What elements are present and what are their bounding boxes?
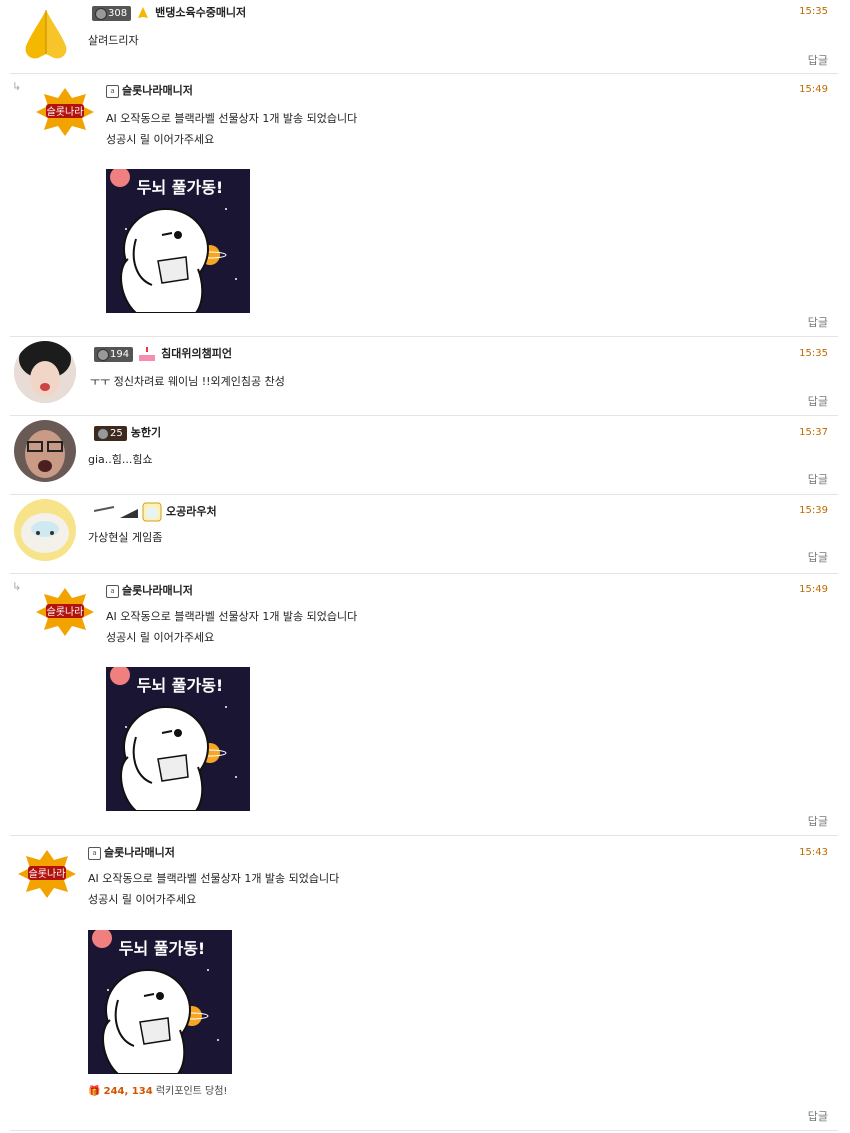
comment-text: AI 오작동으로 블랙라벨 선물상자 1개 발송 되었습니다 (88, 872, 340, 885)
comment-nickname[interactable]: a 슬롯나라매니저 (88, 844, 175, 860)
nickname-text: 슬롯나라매니저 (122, 584, 193, 597)
sticker-image: 두뇌 풀가동! (88, 930, 232, 1074)
manager-icon: a (88, 846, 101, 860)
points-value: 244, 134 (103, 1086, 153, 1097)
ghost-icon (142, 502, 162, 522)
sticker-image: 두뇌 풀가동! (106, 667, 250, 811)
sticker-caption: 두뇌 풀가동! (137, 676, 223, 695)
manager-icon: a (106, 84, 119, 98)
avatar: 슬롯나라 (34, 586, 96, 638)
comment-nickname[interactable]: a 슬롯나라매니저 (106, 582, 193, 598)
comment-time: 15:43 (799, 847, 828, 858)
comment-item: ↳ 슬롯나라 a 슬롯나라매니저 15:49 AI 오작동으로 블랙라벨 선물상자… (0, 74, 850, 336)
sticker-caption: 두뇌 풀가동! (119, 939, 205, 958)
rank-bar-icon (93, 505, 116, 519)
reply-arrow-icon: ↳ (12, 80, 22, 93)
points-label: 럭키포인트 당첨! (152, 1086, 228, 1097)
comment-text: gia..힘...힘쇼 (88, 453, 153, 466)
comment-time: 15:35 (799, 6, 828, 17)
reply-button[interactable]: 답글 (808, 549, 828, 565)
sticker-image: 두뇌 풀가동! (106, 169, 250, 313)
avatar (14, 499, 76, 561)
reply-button[interactable]: 답글 (808, 314, 828, 330)
nickname-text: 밴댕소육수중매니저 (155, 6, 247, 19)
comment-nickname[interactable]: 오공라우처 (93, 502, 217, 522)
reply-button[interactable]: 답글 (808, 471, 828, 487)
level-badge: 25 (94, 425, 127, 441)
comment-text: AI 오작동으로 블랙라벨 선물상자 1개 발송 되었습니다 (106, 112, 358, 125)
level-badge: 194 (94, 346, 134, 362)
comment-text: AI 오작동으로 블랙라벨 선물상자 1개 발송 되었습니다 (106, 610, 358, 623)
manager-icon: a (106, 584, 119, 598)
divider (10, 1130, 838, 1131)
comment-text: 성공시 릴 이어가주세요 (88, 893, 197, 906)
comment-nickname[interactable]: 194 침대위의챔피언 (94, 345, 232, 362)
avatar (14, 420, 76, 482)
folded-hands-icon (135, 6, 151, 20)
comment-time: 15:37 (799, 427, 828, 438)
comment-nickname[interactable]: 308 밴댕소육수중매니저 (92, 4, 246, 21)
comment-item: ↳ 슬롯나라 a 슬롯나라매니저 15:49 AI 오작동으로 블랙라벨 선물상자… (0, 574, 850, 835)
comment-text: 성공시 릴 이어가주세요 (106, 631, 215, 644)
svg-text:슬롯나라: 슬롯나라 (29, 868, 66, 880)
nickname-text: 오공라우처 (166, 505, 217, 518)
avatar: 슬롯나라 (16, 848, 78, 900)
avatar (18, 2, 74, 62)
comment-item: 오공라우처 15:39 가상현실 게임좀 답글 (0, 495, 850, 573)
comment-item: 슬롯나라 a 슬롯나라매니저 15:43 AI 오작동으로 블랙라벨 선물상자 1… (0, 836, 850, 1130)
sticker-caption: 두뇌 풀가동! (137, 178, 223, 197)
comment-time: 15:39 (799, 505, 828, 516)
nickname-text: 슬롯나라매니저 (122, 84, 193, 97)
comment-nickname[interactable]: a 슬롯나라매니저 (106, 82, 193, 98)
avatar: 슬롯나라 (34, 86, 96, 138)
comment-text: 가상현실 게임좀 (88, 531, 163, 544)
level-badge: 308 (92, 5, 132, 21)
cake-icon (137, 346, 157, 362)
reply-button[interactable]: 답글 (808, 393, 828, 409)
avatar (14, 341, 76, 403)
reply-arrow-icon: ↳ (12, 580, 22, 593)
comment-time: 15:35 (799, 348, 828, 359)
nickname-text: 침대위의챔피언 (161, 347, 232, 360)
comment-text: 살려드리자 (88, 34, 139, 47)
comment-item: 25 농한기 15:37 gia..힘...힘쇼 답글 (0, 416, 850, 494)
signal-icon (120, 505, 140, 519)
comment-text: ㅜㅜ 정신차려료 웨이님 !!외계인침공 찬성 (90, 375, 285, 388)
svg-text:슬롯나라: 슬롯나라 (47, 106, 84, 118)
lucky-points: 🎁 244, 134 럭키포인트 당첨! (88, 1082, 227, 1097)
comment-item: 308 밴댕소육수중매니저 15:35 살려드리자 답글 (0, 0, 850, 73)
comment-time: 15:49 (799, 584, 828, 595)
nickname-text: 농한기 (130, 426, 162, 439)
reply-button[interactable]: 답글 (808, 813, 828, 829)
nickname-text: 슬롯나라매니저 (104, 846, 175, 859)
comment-time: 15:49 (799, 84, 828, 95)
gift-icon: 🎁 (88, 1086, 101, 1097)
reply-button[interactable]: 답글 (808, 52, 828, 68)
reply-button[interactable]: 답글 (808, 1108, 828, 1124)
svg-text:슬롯나라: 슬롯나라 (47, 606, 84, 618)
comment-text: 성공시 릴 이어가주세요 (106, 133, 215, 146)
comment-nickname[interactable]: 25 농한기 (94, 424, 161, 441)
comment-item: 194 침대위의챔피언 15:35 ㅜㅜ 정신차려료 웨이님 !!외계인침공 찬성… (0, 337, 850, 415)
